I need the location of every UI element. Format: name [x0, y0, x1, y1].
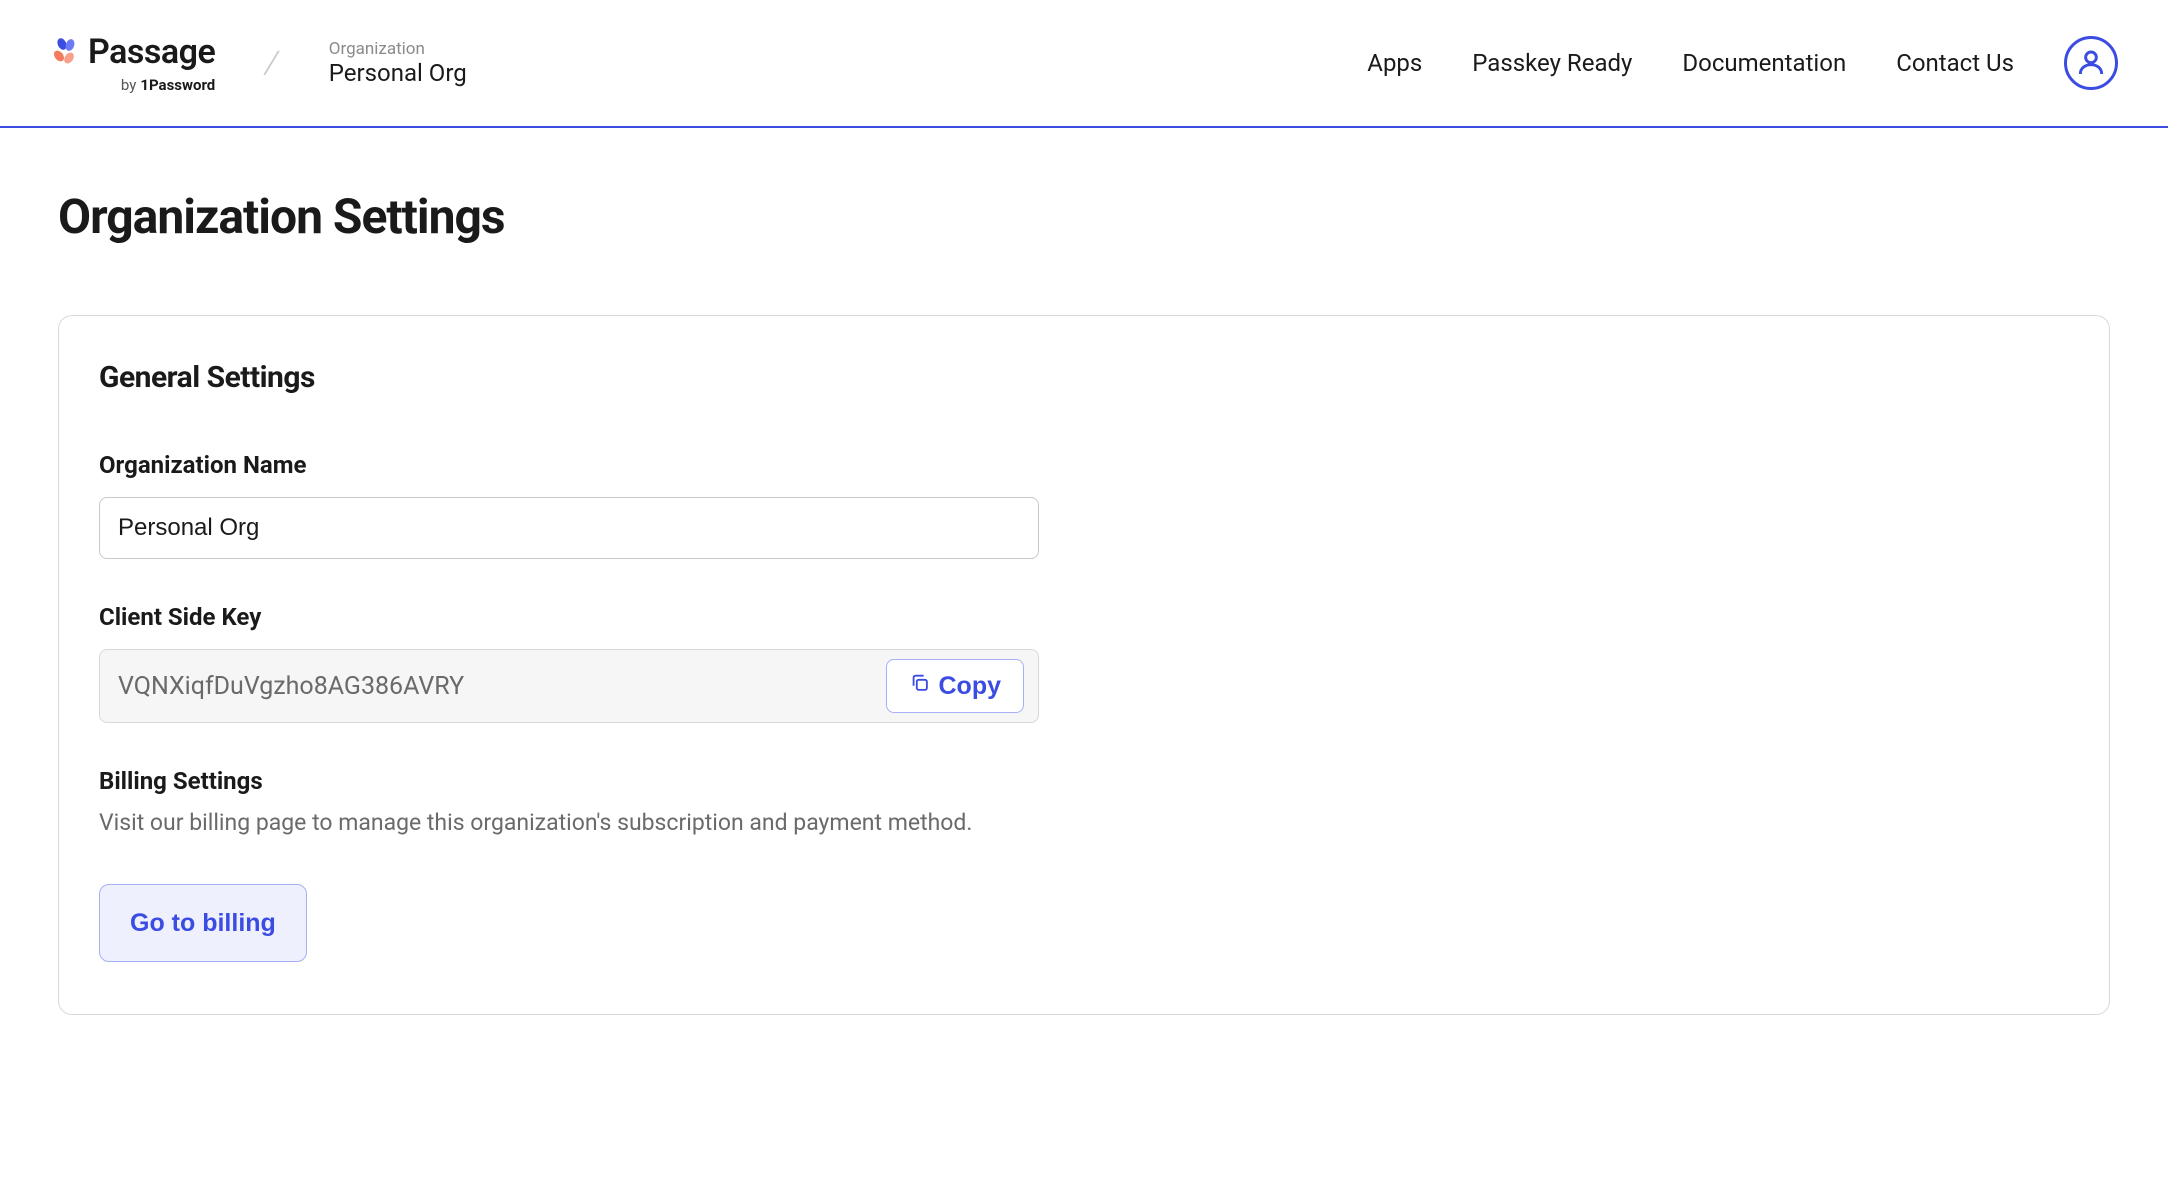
- breadcrumb-org[interactable]: Organization Personal Org: [329, 39, 467, 87]
- logo-text: Passage: [88, 32, 215, 72]
- logo-byline: by1Password: [121, 76, 215, 94]
- breadcrumb-value: Personal Org: [329, 59, 467, 87]
- logo[interactable]: Passage by1Password: [50, 32, 215, 94]
- org-name-label: Organization Name: [99, 451, 2069, 479]
- client-key-field: Client Side Key VQNXiqfDuVgzho8AG386AVRY…: [99, 603, 2069, 723]
- client-key-label: Client Side Key: [99, 603, 2069, 631]
- nav-passkey-ready[interactable]: Passkey Ready: [1472, 49, 1632, 77]
- header: Passage by1Password / Organization Perso…: [0, 0, 2168, 128]
- nav-apps[interactable]: Apps: [1367, 49, 1422, 77]
- breadcrumb-separator-icon: /: [262, 42, 282, 84]
- billing-title: Billing Settings: [99, 767, 2069, 795]
- header-right: Apps Passkey Ready Documentation Contact…: [1367, 36, 2118, 90]
- account-button[interactable]: [2064, 36, 2118, 90]
- nav-contact-us[interactable]: Contact Us: [1896, 49, 2014, 77]
- go-to-billing-button[interactable]: Go to billing: [99, 884, 307, 962]
- main: Organization Settings General Settings O…: [0, 128, 2168, 1075]
- copy-icon: [909, 672, 931, 701]
- client-key-value: VQNXiqfDuVgzho8AG386AVRY: [118, 672, 464, 701]
- org-name-input[interactable]: [99, 497, 1039, 559]
- org-name-field: Organization Name: [99, 451, 2069, 559]
- header-left: Passage by1Password / Organization Perso…: [50, 32, 467, 94]
- logo-row: Passage: [50, 32, 215, 72]
- breadcrumb-label: Organization: [329, 39, 467, 59]
- nav-documentation[interactable]: Documentation: [1682, 49, 1846, 77]
- general-settings-card: General Settings Organization Name Clien…: [58, 315, 2110, 1015]
- copy-button[interactable]: Copy: [886, 659, 1025, 713]
- client-key-row: VQNXiqfDuVgzho8AG386AVRY Copy: [99, 649, 1039, 723]
- billing-section: Billing Settings Visit our billing page …: [99, 767, 2069, 962]
- copy-label: Copy: [939, 672, 1002, 701]
- passage-logo-icon: [50, 37, 80, 67]
- user-icon: [2075, 46, 2107, 81]
- general-settings-title: General Settings: [99, 360, 2069, 395]
- billing-description: Visit our billing page to manage this or…: [99, 809, 2069, 836]
- page-title: Organization Settings: [58, 188, 2110, 245]
